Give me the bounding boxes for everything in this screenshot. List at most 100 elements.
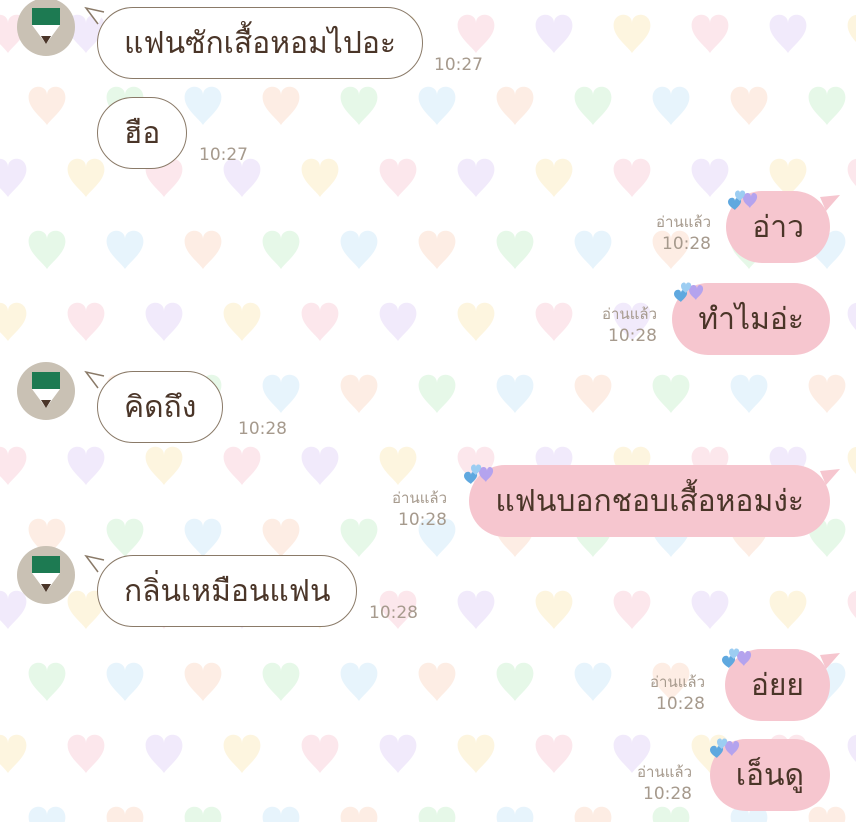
message-time: 10:28: [369, 603, 418, 623]
message-bubble[interactable]: ฮือ: [97, 97, 188, 169]
background-heart: [184, 86, 222, 125]
background-heart: [145, 734, 183, 773]
background-heart: [106, 230, 144, 269]
message-text: ฮือ: [124, 115, 161, 151]
read-receipt: อ่านแล้ว 10:28: [637, 761, 692, 805]
message-text: อ่ยย: [750, 667, 804, 703]
background-heart: [652, 86, 690, 125]
background-heart: [301, 446, 339, 485]
background-heart: [340, 518, 378, 557]
background-heart: [262, 374, 300, 413]
read-receipt: อ่านแล้ว 10:28: [650, 671, 705, 715]
background-heart: [418, 86, 456, 125]
message-text: คิดถึง: [124, 389, 197, 425]
background-heart: [574, 86, 612, 125]
message-text: อ่าว: [752, 209, 804, 245]
background-heart: [847, 14, 856, 42]
background-heart: [106, 662, 144, 701]
background-heart: [808, 374, 846, 413]
background-heart: [808, 806, 846, 822]
background-heart: [223, 302, 261, 341]
message-time: 10:28: [662, 234, 711, 254]
message-bubble[interactable]: อ่ยย: [724, 649, 830, 721]
read-receipt: อ่านแล้ว 10:28: [602, 303, 657, 347]
message-time: 10:28: [643, 784, 692, 804]
background-heart: [574, 230, 612, 269]
background-heart: [613, 14, 651, 54]
background-heart: [145, 302, 183, 341]
message-bubble[interactable]: เอ็นดู: [709, 739, 830, 811]
background-heart: [769, 590, 807, 629]
read-label: อ่านแล้ว: [637, 763, 692, 781]
background-heart: [769, 14, 807, 54]
background-heart: [496, 374, 534, 413]
message-time: 10:28: [238, 419, 287, 439]
message-time: 10:27: [199, 145, 248, 165]
background-heart: [0, 734, 27, 773]
background-heart: [379, 158, 417, 197]
message-text: ทำไมอ่ะ: [698, 301, 804, 337]
background-heart: [223, 734, 261, 773]
background-heart: [691, 590, 729, 629]
background-heart: [67, 446, 105, 485]
message-bubble[interactable]: แฟนบอกชอบเสื้อหอมง่ะ: [469, 465, 830, 537]
background-heart: [691, 14, 729, 54]
background-heart: [808, 86, 846, 125]
background-heart: [535, 590, 573, 629]
background-heart: [340, 806, 378, 822]
background-heart: [262, 86, 300, 125]
message-bubble[interactable]: ทำไมอ่ะ: [672, 283, 830, 355]
message-text: แฟนบอกชอบเสื้อหอมง่ะ: [495, 483, 804, 519]
background-heart: [106, 806, 144, 822]
background-heart: [340, 374, 378, 413]
chat-view: แฟนซักเสื้อหอมไปอะ 10:27 ฮือ 10:27 อ่านแ…: [0, 0, 856, 822]
background-heart: [301, 302, 339, 341]
background-heart: [184, 518, 222, 557]
message-time: 10:28: [608, 326, 657, 346]
background-heart: [691, 158, 729, 197]
background-heart: [0, 302, 27, 341]
background-heart: [67, 734, 105, 773]
background-heart: [847, 446, 856, 474]
background-heart: [340, 230, 378, 269]
contact-avatar[interactable]: [17, 362, 75, 420]
background-heart: [496, 86, 534, 125]
background-heart: [67, 302, 105, 341]
background-heart: [535, 734, 573, 773]
background-heart: [0, 590, 27, 629]
background-heart: [262, 662, 300, 701]
background-heart: [262, 230, 300, 269]
read-label: อ่านแล้ว: [650, 673, 705, 691]
background-heart: [28, 806, 66, 822]
background-heart: [535, 14, 573, 54]
background-heart: [574, 374, 612, 413]
background-heart: [457, 590, 495, 629]
background-heart: [184, 230, 222, 269]
green-pencil-icon: [32, 556, 60, 592]
background-heart: [613, 158, 651, 197]
background-heart: [28, 662, 66, 701]
background-heart: [496, 662, 534, 701]
message-bubble[interactable]: คิดถึง: [97, 371, 224, 443]
background-heart: [223, 446, 261, 485]
background-heart: [496, 806, 534, 822]
background-heart: [535, 302, 573, 341]
message-bubble[interactable]: กลิ่นเหมือนแฟน: [97, 555, 358, 627]
read-receipt: อ่านแล้ว 10:28: [656, 211, 711, 255]
background-heart: [262, 518, 300, 557]
background-heart: [457, 302, 495, 341]
background-heart: [106, 518, 144, 557]
background-heart: [0, 446, 27, 485]
background-heart: [574, 806, 612, 822]
background-heart: [652, 374, 690, 413]
message-bubble[interactable]: อ่าว: [726, 191, 830, 263]
background-heart: [67, 158, 105, 197]
background-heart: [145, 446, 183, 485]
read-label: อ่านแล้ว: [656, 213, 711, 231]
message-time: 10:28: [656, 694, 705, 714]
contact-avatar[interactable]: [17, 546, 75, 604]
background-heart: [457, 158, 495, 197]
background-heart: [847, 734, 856, 762]
message-bubble[interactable]: แฟนซักเสื้อหอมไปอะ: [97, 7, 424, 79]
contact-avatar[interactable]: [17, 0, 75, 56]
